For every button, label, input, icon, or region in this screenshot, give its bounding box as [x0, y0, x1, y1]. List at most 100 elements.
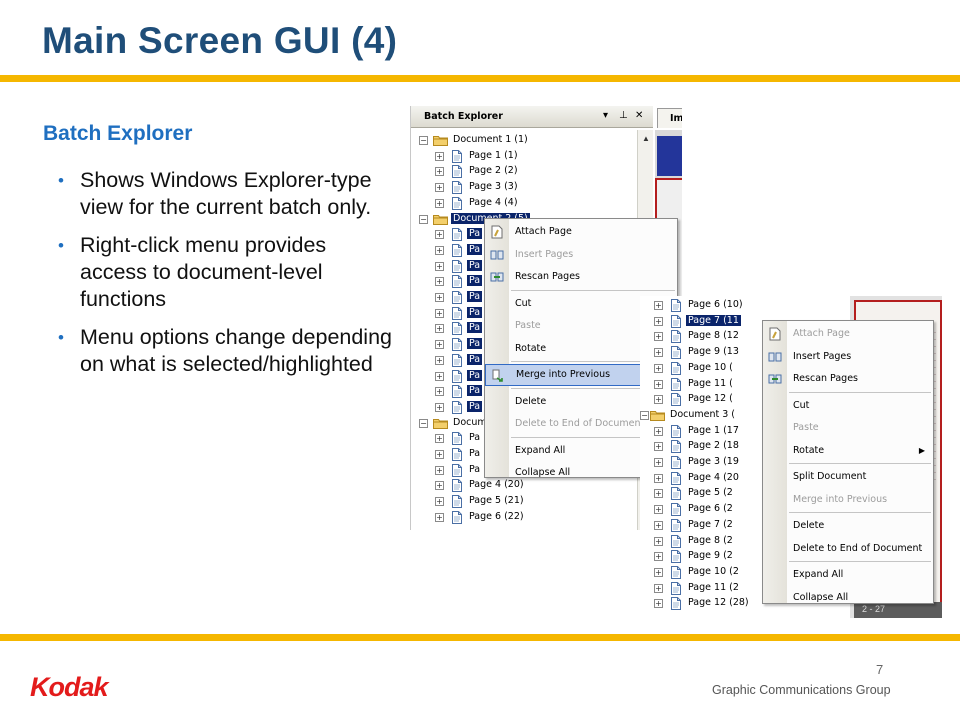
expand-icon[interactable]: +	[435, 151, 444, 161]
expand-icon[interactable]: +	[654, 379, 663, 389]
expand-icon[interactable]: +	[654, 536, 663, 546]
collapse-icon[interactable]: −	[419, 214, 428, 224]
page-icon	[451, 369, 463, 386]
expand-icon[interactable]: +	[654, 332, 663, 342]
menu-item-insert-pages[interactable]: Insert Pages	[485, 244, 675, 266]
expand-icon[interactable]: +	[654, 316, 663, 326]
expand-icon[interactable]: +	[654, 552, 663, 562]
expand-icon[interactable]: +	[435, 167, 444, 177]
menu-item-paste[interactable]: Paste	[763, 417, 931, 439]
tree-item-label: Pa	[467, 228, 483, 240]
menu-item-delete-to-end-of-document[interactable]: Delete to End of Document	[763, 538, 931, 560]
expand-icon[interactable]: +	[435, 355, 444, 365]
expand-icon[interactable]: +	[435, 450, 444, 459]
expand-icon[interactable]: +	[654, 395, 663, 405]
expand-icon[interactable]: +	[654, 301, 663, 310]
collapse-icon[interactable]: −	[640, 410, 649, 420]
expand-icon[interactable]: +	[435, 293, 444, 302]
expand-icon[interactable]: +	[654, 583, 663, 593]
expand-icon[interactable]: +	[654, 458, 663, 467]
expand-icon[interactable]: +	[435, 481, 444, 491]
expand-icon[interactable]: +	[435, 308, 444, 318]
expand-icon[interactable]: +	[435, 230, 444, 240]
tree-page-row[interactable]: + Page 6 (10)	[640, 298, 880, 314]
expand-icon[interactable]: +	[654, 363, 663, 373]
page-icon	[670, 503, 682, 519]
tree-page-row[interactable]: + Page 5 (21)	[411, 494, 651, 510]
page-icon	[451, 291, 463, 307]
expand-icon[interactable]: +	[654, 473, 663, 483]
menu-item-label: Delete	[515, 395, 547, 407]
expand-icon[interactable]: +	[435, 512, 444, 522]
expand-icon[interactable]: +	[654, 599, 663, 609]
page-icon	[670, 330, 682, 346]
expand-icon[interactable]: +	[654, 442, 663, 452]
expand-icon[interactable]: +	[654, 505, 663, 515]
page-icon	[670, 346, 682, 362]
image-tab[interactable]: Im	[657, 108, 682, 128]
collapse-icon[interactable]: −	[419, 136, 428, 145]
expand-icon[interactable]: +	[435, 387, 444, 397]
page-icon	[451, 338, 463, 354]
tree-page-row[interactable]: + Page 6 (22)	[411, 510, 651, 526]
tree-item-label: Page 7 (2	[688, 518, 733, 530]
scroll-up-icon[interactable]: ▲	[642, 134, 650, 143]
tree-page-row[interactable]: + Page 2 (2)	[411, 164, 651, 180]
attach-page-icon	[768, 327, 782, 344]
expand-icon[interactable]: +	[435, 183, 444, 193]
expand-icon[interactable]: +	[435, 277, 444, 287]
menu-item-label: Expand All	[793, 569, 844, 580]
menu-item-delete[interactable]: Delete	[763, 515, 931, 537]
tree-item-label: Page 6 (2	[688, 503, 733, 515]
expand-icon[interactable]: +	[654, 489, 663, 499]
chevron-down-icon[interactable]: ▾	[603, 110, 608, 121]
expand-icon[interactable]: +	[435, 198, 444, 208]
menu-item-rotate[interactable]: Rotate ▶	[763, 440, 931, 462]
tree-page-row[interactable]: + Page 3 (3)	[411, 180, 651, 196]
page-icon	[670, 377, 682, 394]
menu-item-merge-into-previous[interactable]: Merge into Previous	[763, 489, 931, 511]
tree-item-label: Page 10 (2	[688, 565, 739, 577]
tree-item-label: Document 3 (	[670, 408, 736, 420]
expand-icon[interactable]: +	[654, 567, 663, 577]
expand-icon[interactable]: +	[435, 497, 444, 507]
page-icon	[670, 299, 682, 315]
pin-icon[interactable]: ⊥	[619, 110, 628, 121]
menu-item-attach-page[interactable]: Attach Page	[763, 323, 931, 345]
menu-item-insert-pages[interactable]: Insert Pages	[763, 346, 931, 368]
expand-icon[interactable]: +	[654, 520, 663, 530]
menu-item-split-document[interactable]: Split Document	[763, 466, 931, 488]
page-icon	[451, 448, 463, 464]
expand-icon[interactable]: +	[435, 465, 444, 475]
tree-page-row[interactable]: + Page 1 (1)	[411, 149, 651, 165]
collapse-icon[interactable]: −	[419, 418, 428, 428]
menu-item-rescan-pages[interactable]: Rescan Pages	[485, 266, 675, 288]
menu-separator	[789, 561, 931, 562]
expand-icon[interactable]: +	[435, 371, 444, 381]
menu-item-collapse-all[interactable]: Collapse All	[763, 587, 931, 609]
page-icon	[451, 259, 463, 276]
page-icon	[451, 510, 463, 527]
expand-icon[interactable]: +	[435, 245, 444, 255]
expand-icon[interactable]: +	[435, 434, 444, 444]
expand-icon[interactable]: +	[435, 402, 444, 412]
page-icon	[670, 550, 682, 566]
expand-icon[interactable]: +	[435, 261, 444, 271]
expand-icon[interactable]: +	[435, 324, 444, 334]
tree-page-row[interactable]: + Page 4 (4)	[411, 196, 651, 212]
expand-icon[interactable]: +	[654, 426, 663, 436]
menu-item-cut[interactable]: Cut	[763, 395, 931, 417]
menu-separator	[789, 512, 931, 513]
expand-icon[interactable]: +	[654, 348, 663, 358]
expand-icon[interactable]: +	[435, 340, 444, 350]
menu-item-label: Merge into Previous	[516, 369, 611, 380]
menu-item-attach-page[interactable]: Attach Page	[485, 221, 675, 243]
tree-document-row[interactable]: − Document 1 (1)	[411, 133, 651, 149]
close-icon[interactable]: ✕	[635, 110, 643, 121]
tree-item-label: Page 8 (12	[688, 330, 739, 342]
tree-item-label: Pa	[469, 463, 481, 475]
tree-item-label: Page 2 (18	[688, 440, 739, 452]
menu-item-expand-all[interactable]: Expand All	[763, 564, 931, 586]
menu-item-rescan-pages[interactable]: Rescan Pages	[763, 368, 931, 390]
menu-item-label: Rescan Pages	[515, 271, 581, 282]
